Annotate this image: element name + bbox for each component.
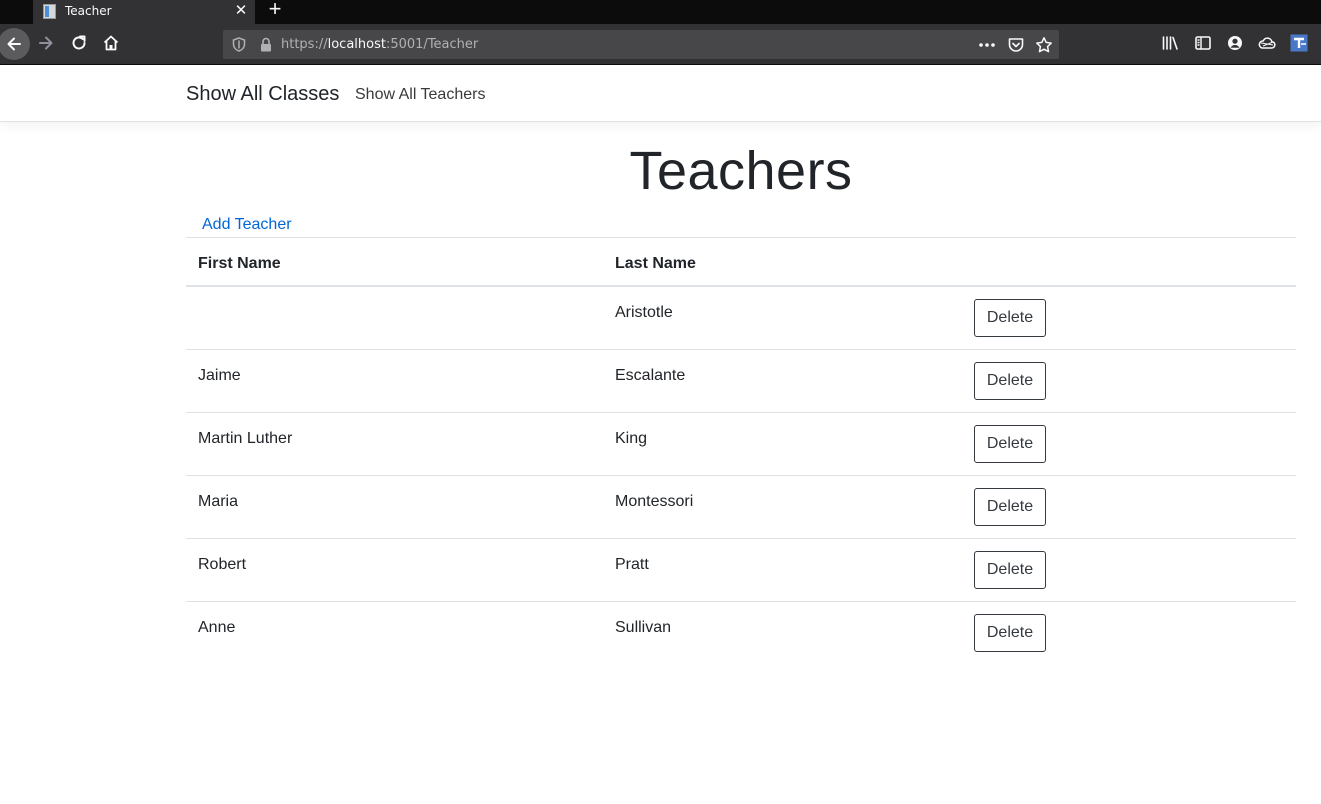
table-row: Anne Sullivan Delete: [186, 602, 1296, 665]
header-last-name: Last Name: [615, 255, 696, 272]
last-name-cell: Pratt: [615, 556, 649, 573]
cloud-icon[interactable]: [1258, 34, 1276, 52]
library-icon[interactable]: [1161, 34, 1179, 52]
url-scheme: https://: [281, 37, 328, 52]
last-name-cell: Sullivan: [615, 619, 672, 636]
account-icon[interactable]: [1226, 34, 1244, 52]
plus-icon[interactable]: +: [264, 0, 286, 22]
add-teacher-link[interactable]: Add Teacher: [202, 216, 292, 234]
url-host: localhost: [327, 37, 386, 52]
delete-button[interactable]: Delete: [974, 362, 1046, 400]
back-arrow-icon: [7, 37, 21, 51]
page-title: Teachers: [629, 141, 853, 201]
header-first-name: First Name: [198, 255, 281, 272]
lock-icon[interactable]: [260, 37, 272, 52]
table-row: Robert Pratt Delete: [186, 539, 1296, 602]
reload-icon[interactable]: [70, 34, 88, 52]
more-dots-icon[interactable]: [978, 36, 996, 54]
home-icon[interactable]: [102, 34, 120, 52]
tab-strip: Teacher ✕ +: [0, 0, 1321, 24]
back-button[interactable]: [0, 28, 30, 60]
shield-icon[interactable]: [232, 37, 246, 52]
site-navbar: Show All Classes Show All Teachers: [0, 65, 1321, 122]
forward-arrow-icon[interactable]: [37, 34, 55, 52]
table-row: Jaime Escalante Delete: [186, 350, 1296, 413]
delete-button[interactable]: Delete: [974, 551, 1046, 589]
table-header: First Name Last Name: [186, 237, 1296, 287]
star-icon[interactable]: [1035, 36, 1053, 54]
first-name-cell: Martin Luther: [198, 430, 293, 447]
table-row: Aristotle Delete: [186, 287, 1296, 350]
last-name-cell: King: [615, 430, 648, 447]
pocket-icon[interactable]: [1007, 36, 1025, 54]
close-icon[interactable]: ✕: [233, 1, 249, 21]
last-name-cell: Aristotle: [615, 304, 673, 321]
browser-tab[interactable]: Teacher ✕: [33, 0, 255, 24]
last-name-cell: Montessori: [615, 493, 694, 510]
url-text[interactable]: https://localhost:5001/Teacher: [281, 37, 478, 52]
teachers-table: First Name Last Name Aristotle Delete Ja…: [186, 237, 1296, 665]
first-name-cell: Maria: [198, 493, 239, 510]
delete-button[interactable]: Delete: [974, 425, 1046, 463]
tab-title: Teacher: [65, 4, 112, 18]
show-all-classes-link[interactable]: Show All Classes: [186, 83, 339, 106]
delete-button[interactable]: Delete: [974, 299, 1046, 337]
first-name-cell: Robert: [198, 556, 247, 573]
first-name-cell: Anne: [198, 619, 236, 636]
table-row: Martin Luther King Delete: [186, 413, 1296, 476]
last-name-cell: Escalante: [615, 367, 686, 384]
browser-toolbar: https://localhost:5001/Teacher: [0, 24, 1321, 65]
delete-button[interactable]: Delete: [974, 488, 1046, 526]
extension-icon[interactable]: [1290, 34, 1308, 52]
delete-button[interactable]: Delete: [974, 614, 1046, 652]
page-icon: [43, 4, 56, 19]
first-name-cell: Jaime: [198, 367, 241, 384]
url-bar[interactable]: https://localhost:5001/Teacher: [223, 30, 1059, 59]
url-path: :5001/Teacher: [385, 37, 479, 52]
sidebar-icon[interactable]: [1194, 34, 1212, 52]
show-all-teachers-link[interactable]: Show All Teachers: [355, 86, 485, 104]
table-row: Maria Montessori Delete: [186, 476, 1296, 539]
